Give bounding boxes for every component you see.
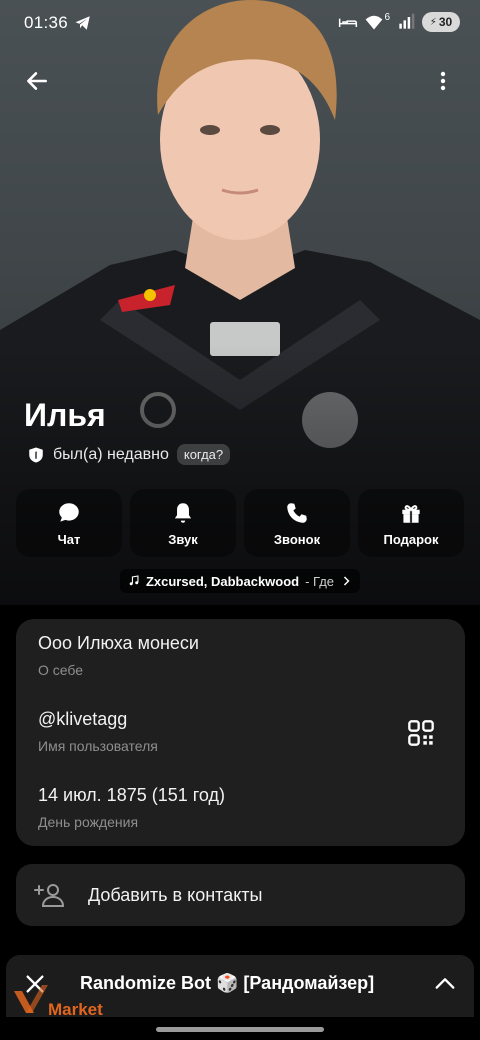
profile-music-chip[interactable]: Zxcursed, Dabbackwood - Где xyxy=(119,569,361,593)
profile-name: Илья xyxy=(24,397,106,433)
gift-button[interactable]: Подарок xyxy=(358,489,464,557)
network-badge: 6 xyxy=(384,11,390,23)
username-row[interactable]: @klivetagg Имя пользователя xyxy=(38,709,158,754)
gift-label: Подарок xyxy=(383,531,439,547)
status-icons: 6 ⚡ 30 xyxy=(338,12,460,32)
telegram-icon xyxy=(75,16,90,30)
home-indicator[interactable] xyxy=(156,1027,324,1032)
birthday-row[interactable]: 14 июл. 1875 (151 год) День рождения xyxy=(38,785,225,830)
more-vertical-icon xyxy=(440,71,446,91)
phone-icon xyxy=(287,502,307,523)
bot-title: Randomize Bot 🎲 [Рандомайзер] xyxy=(80,973,375,993)
chat-bubble-icon xyxy=(59,502,79,522)
music-title: - Где xyxy=(305,573,335,589)
profile-actions: Чат Звук Звонок Подарок xyxy=(16,489,464,557)
music-note-icon xyxy=(129,575,139,586)
arrow-left-icon xyxy=(27,72,47,90)
username-label: Имя пользователя xyxy=(38,738,158,754)
qr-code-icon[interactable] xyxy=(407,719,435,747)
status-time: 01:36 xyxy=(24,13,69,32)
add-person-icon xyxy=(34,884,64,907)
privacy-shield-icon xyxy=(29,447,43,462)
bio-value: Ооо Илюха монеси xyxy=(38,633,199,653)
status-bar: 01:36 6 ⚡ 30 xyxy=(0,0,480,48)
chevron-up-icon[interactable] xyxy=(434,975,456,991)
market-watermark-text: Market xyxy=(48,1000,103,1019)
photo-gradient xyxy=(0,345,480,605)
chevron-right-icon xyxy=(344,576,350,586)
birthday-label: День рождения xyxy=(38,814,139,830)
wifi-icon xyxy=(366,15,383,30)
more-options-button[interactable] xyxy=(426,64,460,98)
bell-icon xyxy=(174,502,192,523)
chat-label: Чат xyxy=(57,531,81,547)
add-to-contacts-button[interactable]: Добавить в контакты xyxy=(16,864,465,926)
chat-button[interactable]: Чат xyxy=(16,489,122,557)
sound-button[interactable]: Звук xyxy=(130,489,236,557)
bio-label: О себе xyxy=(38,662,84,678)
bed-icon xyxy=(339,18,358,27)
music-artist: Zxcursed, Dabbackwood xyxy=(145,573,300,589)
last-seen-row: был(а) недавно когда? xyxy=(27,444,231,465)
gift-icon xyxy=(402,504,420,523)
call-label: Звонок xyxy=(273,531,321,547)
birthday-value: 14 июл. 1875 (151 год) xyxy=(38,785,226,805)
signal-icon xyxy=(399,13,415,29)
profile-info-card: Ооо Илюха монеси О себе @klivetagg Имя п… xyxy=(16,619,465,846)
sound-label: Звук xyxy=(168,531,198,547)
battery-icon: ⚡ 30 xyxy=(422,12,460,32)
add-to-contacts-label: Добавить в контакты xyxy=(88,885,263,905)
username-value: @klivetagg xyxy=(38,709,128,729)
back-button[interactable] xyxy=(20,64,54,98)
battery-level: 30 xyxy=(438,15,453,29)
last-seen-text: был(а) недавно xyxy=(53,445,169,463)
when-button[interactable]: когда? xyxy=(176,444,231,465)
bio-row[interactable]: Ооо Илюха монеси О себе xyxy=(38,633,199,678)
call-button[interactable]: Звонок xyxy=(244,489,350,557)
